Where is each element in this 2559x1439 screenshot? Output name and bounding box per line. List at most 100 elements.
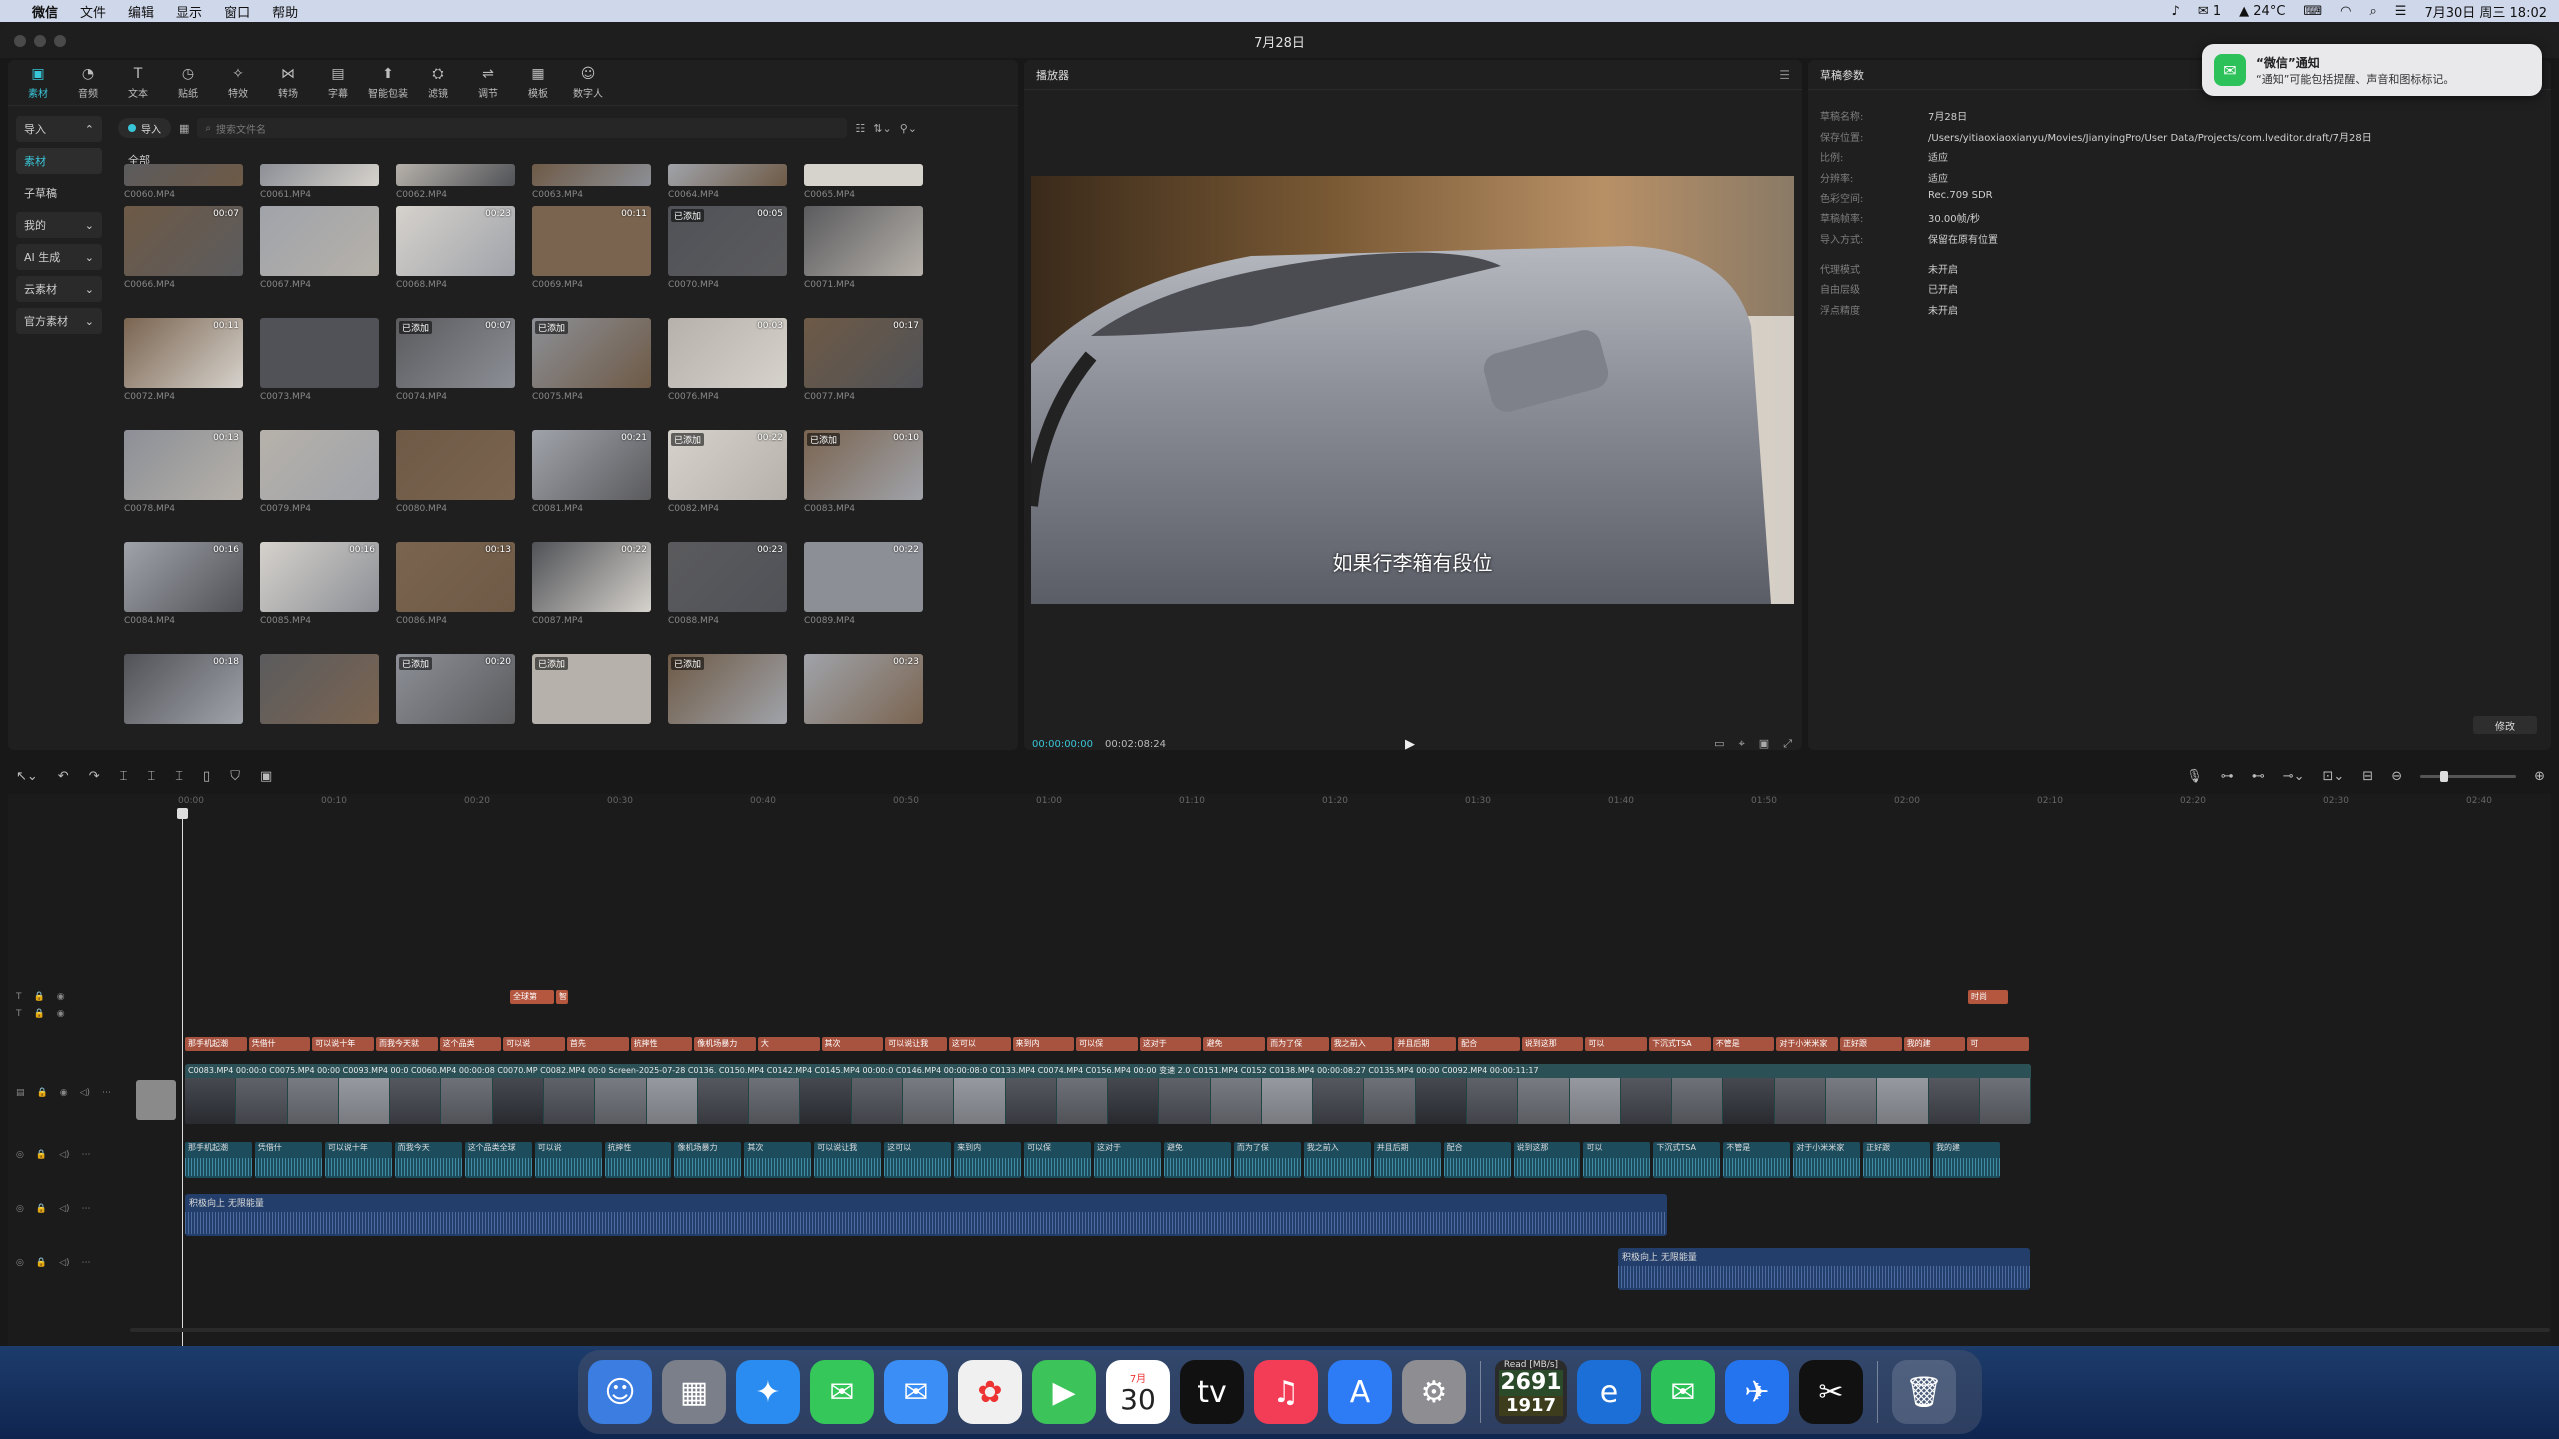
more-icon[interactable]: ⋯: [82, 1258, 91, 1268]
lock-icon[interactable]: 🔒: [36, 1150, 47, 1160]
split-icon[interactable]: ⌶: [120, 769, 128, 784]
tool-smart-pack[interactable]: ⬆ 智能包装: [368, 66, 408, 100]
caption-clip[interactable]: 对于小米米家: [1776, 1037, 1839, 1051]
media-item[interactable]: C0065.MP4: [804, 164, 923, 206]
zoom-in-icon[interactable]: ⊕: [2534, 769, 2545, 784]
quality-icon[interactable]: ▭: [1714, 737, 1724, 751]
voice-clip[interactable]: 说到这那: [1513, 1142, 1581, 1178]
voice-clip[interactable]: 我的建: [1933, 1142, 2000, 1178]
lock-icon[interactable]: 🔒: [36, 1204, 47, 1214]
voice-clip[interactable]: 这对于: [1094, 1142, 1161, 1178]
microphone-icon[interactable]: 🎙: [2186, 769, 2203, 784]
voice-clip[interactable]: 这可以: [884, 1142, 952, 1178]
voice-clip[interactable]: 不管是: [1723, 1142, 1791, 1178]
caption-clip[interactable]: 我的建: [1903, 1037, 1966, 1051]
voice-clip[interactable]: 可以说: [534, 1142, 602, 1178]
tool-sticker[interactable]: ◷ 贴纸: [168, 66, 208, 100]
menu-app-name[interactable]: 微信: [32, 2, 58, 21]
caption-clip[interactable]: 大: [757, 1037, 820, 1051]
lock-icon[interactable]: 🔒: [34, 992, 45, 1002]
voice-clip[interactable]: 对于小米米家: [1793, 1142, 1861, 1178]
filter-icon[interactable]: ⚲⌄: [900, 122, 917, 135]
media-item[interactable]: C0079.MP4: [260, 430, 379, 542]
tool-adjust[interactable]: ⇌ 调节: [468, 66, 508, 100]
media-item[interactable]: 00:23 C0068.MP4: [396, 206, 515, 318]
timeline-ruler[interactable]: 00:00 00:10 00:20 00:30 00:40 00:50 01:00 01:10…: [178, 796, 2548, 810]
caption-clip[interactable]: 正好跟: [1840, 1037, 1902, 1051]
eye-icon[interactable]: ◉: [57, 1009, 65, 1019]
split-right-icon[interactable]: ⌶: [175, 769, 183, 784]
voice-clip[interactable]: 像机场暴力: [674, 1142, 742, 1178]
mute-icon[interactable]: ◁): [59, 1150, 69, 1160]
menu-icon[interactable]: ☰: [1779, 68, 1790, 82]
minimize-window-button[interactable]: [34, 35, 46, 47]
caption-clip[interactable]: 可以说让我: [885, 1037, 947, 1051]
media-item[interactable]: 00:22 C0089.MP4: [804, 542, 923, 654]
menu-edit[interactable]: 编辑: [128, 2, 154, 21]
edge-browser-icon[interactable]: e: [1577, 1360, 1641, 1424]
side-nav-official[interactable]: 官方素材 ⌄: [16, 308, 102, 334]
tool-caption[interactable]: ▤ 字幕: [318, 66, 358, 100]
media-item[interactable]: 已添加: [668, 654, 787, 766]
more-icon[interactable]: ⋯: [102, 1088, 111, 1098]
voice-clip[interactable]: 可以说十年: [324, 1142, 392, 1178]
menu-window[interactable]: 窗口: [224, 2, 250, 21]
caption-clip[interactable]: 不管是: [1712, 1037, 1775, 1051]
caption-clip[interactable]: 抗摔性: [630, 1037, 693, 1051]
media-item[interactable]: 已添加 00:22 C0082.MP4: [668, 430, 787, 542]
caption-clip[interactable]: 配合: [1458, 1037, 1520, 1051]
lock-icon[interactable]: 🔒: [37, 1088, 48, 1098]
grid-view-icon[interactable]: ▦: [179, 122, 189, 135]
side-nav-ai[interactable]: AI 生成 ⌄: [16, 244, 102, 270]
mute-icon[interactable]: ◁): [80, 1088, 90, 1098]
caption-clip[interactable]: 像机场暴力: [694, 1037, 756, 1051]
title-clip[interactable]: 全球第: [510, 990, 554, 1004]
music-icon[interactable]: ♫: [1254, 1360, 1318, 1424]
link-icon[interactable]: ⊶: [2221, 769, 2234, 784]
media-item[interactable]: 00:17 C0077.MP4: [804, 318, 923, 430]
eye-icon[interactable]: ◉: [57, 992, 65, 1002]
caption-clip[interactable]: 下沉式TSA: [1649, 1037, 1711, 1051]
lock-icon[interactable]: 🔒: [36, 1258, 47, 1268]
menu-help[interactable]: 帮助: [272, 2, 298, 21]
media-item[interactable]: 00:07 C0066.MP4: [124, 206, 243, 318]
wechat-status-icon[interactable]: ✉ 1: [2198, 4, 2221, 19]
feishu-icon[interactable]: ✈: [1725, 1360, 1789, 1424]
caption-clip[interactable]: 首先: [566, 1037, 629, 1051]
music-clip-1[interactable]: 积极向上 无限能量: [185, 1194, 1667, 1236]
track-link-icon[interactable]: ⊸⌄: [2283, 769, 2305, 784]
more-icon[interactable]: ⋯: [82, 1150, 91, 1160]
delete-icon[interactable]: ▯: [203, 769, 210, 784]
tool-media[interactable]: ▣ 素材: [18, 66, 58, 100]
side-nav-mine[interactable]: 我的 ⌄: [16, 212, 102, 238]
zoom-slider-knob[interactable]: [2440, 770, 2449, 782]
caption-clip[interactable]: 凭借什: [248, 1037, 311, 1051]
caption-clip[interactable]: 来到内: [1012, 1037, 1075, 1051]
cover-thumbnail[interactable]: [136, 1080, 176, 1120]
apple-tv-icon[interactable]: tv: [1180, 1360, 1244, 1424]
side-nav-media[interactable]: 素材: [16, 148, 102, 174]
mail-icon[interactable]: ✉: [884, 1360, 948, 1424]
facetime-icon[interactable]: ▶: [1032, 1360, 1096, 1424]
split-left-icon[interactable]: ⌶: [147, 769, 155, 784]
finder-icon[interactable]: ☺: [588, 1360, 652, 1424]
side-nav-import[interactable]: 导入 ⌃: [16, 116, 102, 142]
voice-clip[interactable]: 而为了保: [1233, 1142, 1301, 1178]
caption-clip[interactable]: 并且后期: [1394, 1037, 1457, 1051]
search-input[interactable]: ⌕ 搜索文件名: [197, 118, 848, 138]
caption-clip[interactable]: 可: [1967, 1037, 2029, 1051]
launchpad-icon[interactable]: ▦: [662, 1360, 726, 1424]
input-method-icon[interactable]: ⌨: [2303, 4, 2322, 19]
caption-clip[interactable]: 可以说十年: [312, 1037, 374, 1051]
redo-icon[interactable]: ↷: [89, 769, 100, 784]
media-item[interactable]: C0064.MP4: [668, 164, 787, 206]
media-item[interactable]: 00:13 C0086.MP4: [396, 542, 515, 654]
tool-effect[interactable]: ✧ 特效: [218, 66, 258, 100]
media-item[interactable]: C0071.MP4: [804, 206, 923, 318]
trash-icon[interactable]: 🗑: [1892, 1360, 1956, 1424]
sort-icon[interactable]: ⇅⌄: [873, 122, 891, 135]
control-center-icon[interactable]: ☰: [2395, 4, 2407, 19]
media-item[interactable]: 00:21 C0081.MP4: [532, 430, 651, 542]
title-clip[interactable]: 时尚: [1968, 990, 2008, 1004]
media-item[interactable]: 已添加 00:05 C0070.MP4: [668, 206, 787, 318]
